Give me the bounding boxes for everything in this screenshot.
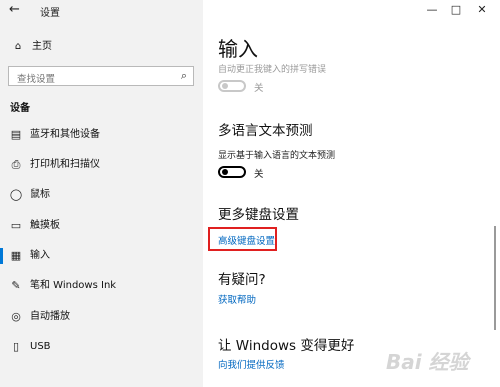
scrollbar[interactable]: [494, 226, 496, 330]
sidebar-section-title: 设备: [10, 103, 30, 114]
touchpad-icon: ▭: [10, 219, 22, 232]
maximize-icon[interactable]: □: [446, 2, 466, 18]
toggle-knob: [222, 83, 228, 89]
sidebar-item-usb[interactable]: ▯ USB: [0, 335, 203, 359]
sidebar-item-typing[interactable]: ▦ 输入: [0, 244, 203, 268]
advanced-keyboard-link[interactable]: 高级键盘设置: [218, 233, 275, 247]
sidebar-item-autoplay[interactable]: ◎ 自动播放: [0, 305, 203, 329]
usb-icon: ▯: [12, 340, 20, 353]
sidebar-home[interactable]: ⌂ 主页: [9, 38, 199, 56]
sidebar-item-pen[interactable]: ✎ 笔和 Windows Ink: [0, 274, 203, 298]
sidebar-item-label: USB: [30, 341, 51, 352]
multilang-state: 关: [254, 169, 264, 180]
get-help-link[interactable]: 获取帮助: [218, 292, 256, 306]
sidebar-item-label: 鼠标: [30, 189, 50, 200]
watermark: Bai 经验: [386, 350, 469, 374]
sidebar-item-touchpad[interactable]: ▭ 触摸板: [0, 214, 203, 238]
sidebar-item-printers[interactable]: ⎙ 打印机和扫描仪: [0, 153, 203, 177]
back-arrow-icon[interactable]: ←: [9, 2, 25, 18]
title-bar: ← 设置 — □ ✕: [0, 0, 500, 22]
sidebar-item-bluetooth[interactable]: ▤ 蓝牙和其他设备: [0, 123, 203, 147]
page-title: 输入: [218, 37, 258, 61]
multilang-description: 显示基于输入语言的文本预测: [218, 151, 336, 161]
sidebar-item-mouse[interactable]: ◯ 鼠标: [0, 183, 203, 207]
printer-icon: ⎙: [11, 158, 21, 171]
sidebar-item-label: 笔和 Windows Ink: [30, 280, 117, 291]
autocorrect-toggle[interactable]: [218, 80, 246, 92]
search-box[interactable]: ⌕: [8, 66, 194, 89]
close-icon[interactable]: ✕: [472, 2, 492, 18]
sidebar-item-label: 蓝牙和其他设备: [30, 129, 100, 140]
toggle-knob: [222, 169, 228, 175]
multilang-toggle[interactable]: [218, 166, 246, 178]
active-indicator: [0, 248, 3, 264]
more-keyboard-heading: 更多键盘设置: [218, 207, 299, 223]
home-icon: ⌂: [14, 41, 22, 52]
search-input[interactable]: [9, 70, 167, 89]
autocorrect-state: 关: [254, 83, 264, 94]
improve-heading: 让 Windows 变得更好: [218, 338, 355, 354]
search-icon[interactable]: ⌕: [181, 69, 187, 83]
mouse-icon: ◯: [9, 188, 23, 201]
feedback-link[interactable]: 向我们提供反馈: [218, 357, 285, 371]
minimize-icon[interactable]: —: [422, 2, 442, 18]
bluetooth-devices-icon: ▤: [10, 128, 22, 141]
sidebar-item-label: 打印机和扫描仪: [30, 159, 100, 170]
sidebar-item-label: 自动播放: [30, 311, 70, 322]
multilang-heading: 多语言文本预测: [218, 123, 313, 139]
sidebar-item-label: 触摸板: [30, 220, 60, 231]
autocorrect-description: 自动更正我键入的拼写错误: [218, 65, 327, 75]
sidebar-item-label: 输入: [30, 250, 50, 261]
sidebar-home-label: 主页: [32, 41, 52, 52]
autoplay-icon: ◎: [11, 310, 21, 323]
pen-icon: ✎: [11, 279, 21, 292]
questions-heading: 有疑问?: [218, 272, 266, 288]
window-title: 设置: [40, 8, 60, 19]
keyboard-icon: ▦: [10, 249, 22, 262]
